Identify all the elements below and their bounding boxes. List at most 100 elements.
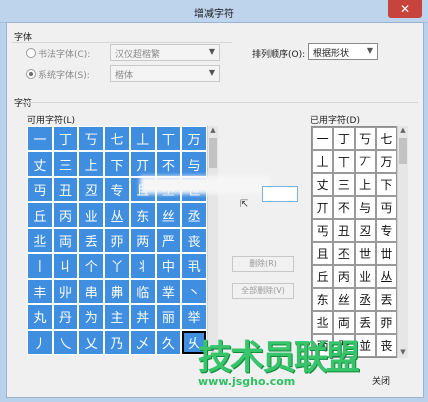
char-cell[interactable]: 丄 — [129, 126, 156, 152]
char-cell[interactable]: 中 — [155, 253, 182, 279]
char-cell[interactable]: 与 — [181, 151, 207, 177]
used-chars-scrollbar[interactable]: ▲ ▼ — [397, 126, 408, 358]
char-cell[interactable]: 丄 — [312, 150, 334, 173]
char-cell[interactable]: 七 — [104, 126, 130, 152]
calligraphy-font-select[interactable]: 汉仪超楷繁 ▼ — [110, 44, 220, 61]
char-cell[interactable]: 个 — [78, 253, 105, 279]
char-cell[interactable]: 丧 — [181, 227, 207, 254]
char-cell[interactable]: 一 — [27, 126, 53, 152]
char-cell[interactable]: 丠 — [27, 227, 53, 254]
char-cell[interactable]: 与 — [354, 196, 376, 219]
char-cell[interactable]: 上 — [354, 173, 376, 196]
scroll-thumb[interactable] — [209, 138, 217, 168]
scroll-up-icon[interactable]: ▲ — [208, 126, 218, 136]
char-cell[interactable]: 丘 — [312, 265, 334, 288]
sort-order-select[interactable]: 根据形状 ▼ — [308, 43, 378, 60]
char-cell[interactable]: 两 — [129, 227, 156, 254]
char-cell[interactable]: 丘 — [27, 202, 53, 228]
char-cell[interactable]: 丒 — [354, 219, 376, 242]
char-cell[interactable]: 丕 — [333, 242, 355, 265]
char-cell[interactable]: 业 — [354, 265, 376, 288]
char-cell[interactable]: 久 — [155, 329, 182, 355]
char-cell[interactable]: 丿 — [27, 329, 53, 355]
scroll-up-icon[interactable]: ▲ — [398, 126, 408, 136]
char-cell[interactable]: 丞 — [181, 202, 207, 228]
add-button-field[interactable] — [262, 186, 298, 202]
char-cell[interactable]: 丅 — [333, 150, 355, 173]
char-cell[interactable]: 不 — [155, 151, 182, 177]
char-cell[interactable]: 三 — [52, 151, 79, 177]
char-cell[interactable]: 丑 — [52, 176, 79, 203]
char-cell[interactable]: 丑 — [333, 219, 355, 242]
char-cell[interactable]: 丗 — [375, 242, 397, 265]
delete-button[interactable]: 删除(R) — [232, 256, 294, 272]
char-cell[interactable]: 丝 — [155, 202, 182, 228]
char-cell[interactable]: 丅 — [155, 126, 182, 152]
char-cell[interactable]: 丬 — [129, 253, 156, 279]
char-cell[interactable]: 下 — [375, 173, 397, 196]
char-cell[interactable]: 丏 — [27, 176, 53, 203]
char-cell[interactable]: 丳 — [104, 278, 130, 305]
char-cell[interactable]: 三 — [333, 173, 355, 196]
char-cell[interactable]: 丛 — [104, 202, 130, 228]
char-cell[interactable]: 丙 — [52, 202, 79, 228]
char-cell[interactable]: 丐 — [312, 219, 334, 242]
char-cell[interactable]: 丣 — [104, 227, 130, 254]
char-cell[interactable]: 丰 — [27, 278, 53, 305]
char-cell[interactable]: 专 — [104, 176, 130, 203]
char-cell[interactable]: 东 — [312, 288, 334, 311]
char-cell[interactable]: 丁 — [333, 127, 355, 150]
system-font-select[interactable]: 楷体 ▼ — [110, 65, 220, 82]
char-cell[interactable]: 下 — [104, 151, 130, 177]
char-cell[interactable]: 丹 — [52, 304, 79, 330]
char-cell[interactable]: 为 — [78, 304, 105, 330]
char-cell[interactable]: 丝 — [333, 288, 355, 311]
calligraphy-font-radio[interactable] — [26, 48, 36, 58]
char-cell[interactable]: 专 — [375, 219, 397, 242]
char-cell[interactable]: 丟 — [375, 288, 397, 311]
char-cell[interactable]: 丛 — [375, 265, 397, 288]
char-cell[interactable]: 七 — [375, 127, 397, 150]
char-cell[interactable]: 万 — [181, 126, 207, 152]
scroll-thumb[interactable] — [399, 138, 407, 164]
char-cell[interactable]: 丵 — [155, 278, 182, 305]
char-cell[interactable]: 串 — [78, 278, 105, 305]
char-cell[interactable]: 东 — [129, 202, 156, 228]
char-cell[interactable]: 丒 — [78, 176, 105, 203]
char-cell[interactable]: 両 — [52, 227, 79, 254]
delete-all-button[interactable]: 全部删除(V) — [232, 283, 294, 299]
char-cell[interactable]: 世 — [354, 242, 376, 265]
char-cell[interactable]: 丩 — [52, 253, 79, 279]
char-cell[interactable]: 丈 — [312, 173, 334, 196]
char-cell[interactable]: 丨 — [27, 253, 53, 279]
system-font-radio[interactable] — [26, 69, 36, 79]
char-cell[interactable]: 丫 — [104, 253, 130, 279]
char-cell[interactable]: 万 — [375, 150, 397, 173]
char-cell[interactable]: 乂 — [78, 329, 105, 355]
char-cell[interactable]: 丁 — [52, 126, 79, 152]
char-cell[interactable]: 乄 — [129, 329, 156, 355]
char-cell[interactable]: 丸 — [27, 304, 53, 330]
char-cell[interactable]: 丱 — [52, 278, 79, 305]
char-cell[interactable]: 业 — [78, 202, 105, 228]
char-cell[interactable]: 丌 — [312, 196, 334, 219]
char-cell[interactable]: 丮 — [181, 253, 207, 279]
char-cell[interactable]: 丶 — [181, 278, 207, 305]
char-cell[interactable]: 主 — [104, 304, 130, 330]
char-cell[interactable]: 上 — [78, 151, 105, 177]
char-cell[interactable]: 丼 — [129, 304, 156, 330]
char-cell[interactable]: 丆 — [354, 150, 376, 173]
char-cell[interactable]: 丽 — [155, 304, 182, 330]
char-cell[interactable]: 严 — [155, 227, 182, 254]
char-cell[interactable]: 举 — [181, 304, 207, 330]
char-cell[interactable]: 且 — [312, 242, 334, 265]
used-chars-grid[interactable]: 一丁丂七丄丅丆万丈三上下丌不与丏丐丑丒专且丕世丗丘丙业丛东丝丞丟丠両丢丣两严並丧 — [311, 126, 398, 358]
char-cell[interactable]: 乀 — [52, 329, 79, 355]
available-chars-scrollbar[interactable]: ▲ ▼ — [207, 126, 218, 355]
char-cell[interactable]: 临 — [129, 278, 156, 305]
char-cell[interactable]: 丙 — [333, 265, 355, 288]
char-cell[interactable]: 丌 — [129, 151, 156, 177]
close-window-button[interactable]: ✕ — [388, 0, 422, 18]
char-cell[interactable]: 一 — [312, 127, 334, 150]
char-cell[interactable]: 丂 — [78, 126, 105, 152]
